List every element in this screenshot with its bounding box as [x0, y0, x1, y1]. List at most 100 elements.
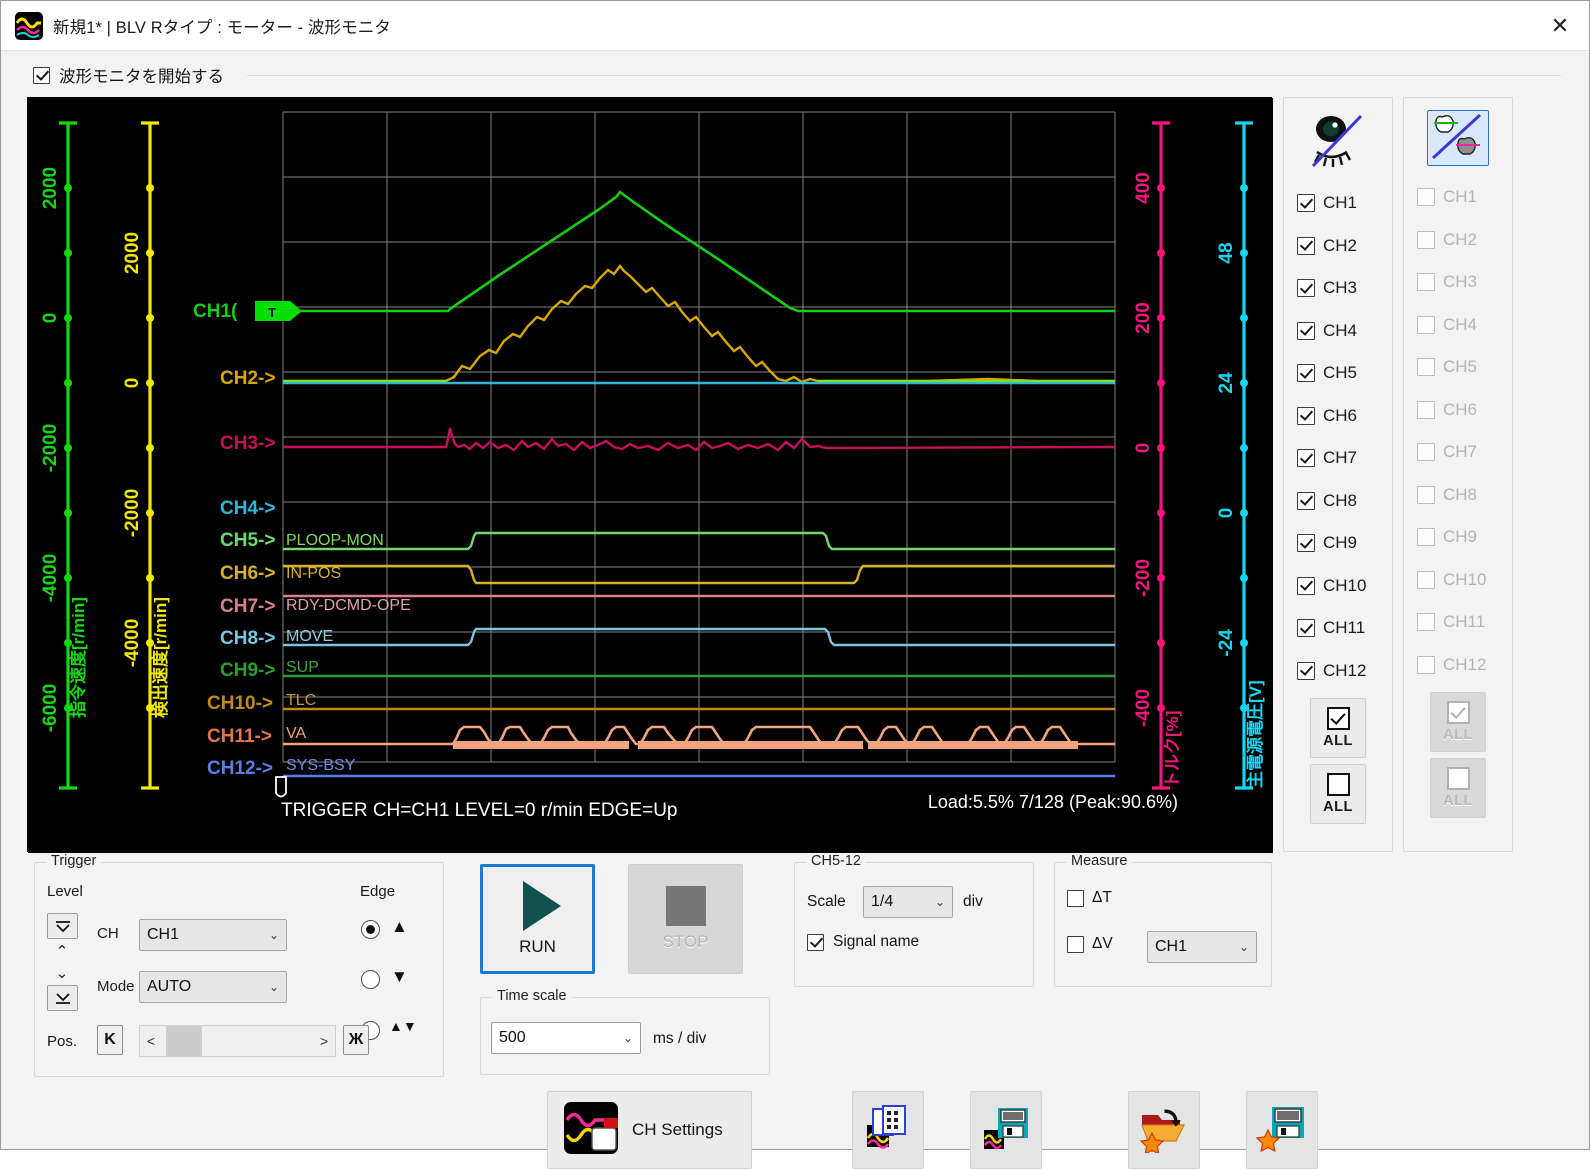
svg-text:CH11->: CH11-> [207, 726, 272, 747]
svg-text:0: 0 [122, 378, 143, 389]
visibility-label-ch4: CH4 [1323, 321, 1357, 341]
compare-row-ch4: CH4 [1417, 304, 1501, 347]
waveform-plot[interactable]: 2000 0 -2000 -4000 -6000 指令速度[r/min] [27, 97, 1272, 852]
visibility-checkbox-ch4[interactable] [1297, 322, 1315, 340]
visibility-checkbox-ch1[interactable] [1297, 194, 1315, 212]
visibility-row-ch8[interactable]: CH8 [1297, 480, 1381, 523]
visibility-label-ch10: CH10 [1323, 576, 1366, 596]
open-favorite-button[interactable] [1128, 1091, 1200, 1169]
compare-uncheck-all-label: ALL [1443, 793, 1473, 809]
ch-settings-button[interactable]: CH Settings [547, 1091, 752, 1169]
save-waveform-icon [981, 1103, 1031, 1158]
save-favorite-icon [1256, 1103, 1308, 1158]
visibility-row-ch7[interactable]: CH7 [1297, 437, 1381, 480]
check-all-icon [1327, 707, 1350, 730]
delta-t-checkbox[interactable] [1067, 890, 1084, 907]
level-max-button[interactable] [47, 913, 78, 939]
run-button[interactable]: RUN [480, 864, 595, 974]
time-scale-value: 500 [499, 1029, 619, 1047]
level-down-button[interactable]: ⌄ [49, 963, 75, 983]
time-scale-select[interactable]: 500 ⌄ [491, 1022, 641, 1054]
compare-label-ch3: CH3 [1443, 272, 1477, 292]
delta-v-row[interactable]: ΔV [1067, 935, 1113, 953]
delta-v-label: ΔV [1092, 935, 1113, 953]
pos-left-arrow[interactable]: < [140, 1033, 162, 1049]
waveform-monitor-window: 新規1* | BLV Rタイプ : モーター - 波形モニタ ✕ 波形モニタを開… [0, 0, 1590, 1150]
compare-checkbox-ch2 [1417, 231, 1435, 249]
visibility-row-ch11[interactable]: CH11 [1297, 607, 1381, 650]
svg-text:2000: 2000 [122, 232, 143, 274]
visibility-row-ch10[interactable]: CH10 [1297, 565, 1381, 608]
pos-scrollbar[interactable]: < > [139, 1025, 336, 1057]
visibility-label-ch1: CH1 [1323, 193, 1357, 213]
visibility-checkbox-ch9[interactable] [1297, 534, 1315, 552]
signal-name-row[interactable]: Signal name [807, 933, 919, 951]
pos-last-button[interactable]: Ж [343, 1025, 369, 1055]
svg-text:CH1(: CH1( [193, 301, 238, 322]
svg-text:VA: VA [286, 725, 306, 742]
visibility-checkbox-ch12[interactable] [1297, 662, 1315, 680]
main-area: 2000 0 -2000 -4000 -6000 指令速度[r/min] [1, 97, 1589, 852]
visibility-checkbox-ch10[interactable] [1297, 577, 1315, 595]
close-icon[interactable]: ✕ [1537, 5, 1583, 47]
edge-falling-radio[interactable] [361, 970, 380, 989]
visibility-checkbox-ch5[interactable] [1297, 364, 1315, 382]
compare-uncheck-all-icon [1447, 767, 1470, 790]
delta-v-checkbox[interactable] [1067, 936, 1084, 953]
visibility-checkbox-ch8[interactable] [1297, 492, 1315, 510]
compare-label-ch1: CH1 [1443, 187, 1477, 207]
compare-row-ch9: CH9 [1417, 516, 1501, 559]
time-scale-label: Time scale [492, 988, 572, 1004]
delta-t-row[interactable]: ΔT [1067, 889, 1112, 907]
compare-checkbox-ch7 [1417, 443, 1435, 461]
pos-scroll-thumb[interactable] [166, 1026, 202, 1056]
trigger-mode-select[interactable]: AUTO ⌄ [139, 971, 287, 1003]
compare-checkbox-ch11 [1417, 613, 1435, 631]
visibility-checkbox-ch2[interactable] [1297, 237, 1315, 255]
visibility-row-ch6[interactable]: CH6 [1297, 395, 1381, 438]
trace-ch11-band-1 [453, 741, 629, 749]
transport-zone: RUN STOP Time scale 500 ⌄ ms / div [480, 862, 770, 1077]
signal-name-checkbox[interactable] [807, 934, 824, 951]
save-waveform-button[interactable] [970, 1091, 1042, 1169]
measure-channel-select[interactable]: CH1 ⌄ [1147, 931, 1257, 963]
visibility-row-ch12[interactable]: CH12 [1297, 650, 1381, 693]
run-label: RUN [519, 937, 556, 957]
visibility-row-ch5[interactable]: CH5 [1297, 352, 1381, 395]
visibility-checkbox-ch3[interactable] [1297, 279, 1315, 297]
visibility-row-ch9[interactable]: CH9 [1297, 522, 1381, 565]
load-status-text: Load:5.5% 7/128 (Peak:90.6%) [928, 792, 1178, 812]
level-up-button[interactable]: ⌃ [49, 941, 75, 961]
chevron-down-icon: ⌄ [1239, 940, 1249, 954]
visibility-check-all-button[interactable]: ALL [1310, 698, 1366, 758]
start-monitor-divider [247, 75, 1561, 76]
save-favorite-button[interactable] [1246, 1091, 1318, 1169]
svg-text:PLOOP-MON: PLOOP-MON [286, 532, 384, 549]
visibility-checkbox-ch6[interactable] [1297, 407, 1315, 425]
visibility-row-ch2[interactable]: CH2 [1297, 225, 1381, 268]
start-monitor-label: 波形モニタを開始する [59, 63, 224, 87]
check-all-label: ALL [1323, 733, 1353, 749]
start-monitor-checkbox[interactable] [33, 67, 50, 84]
copy-data-button[interactable] [852, 1091, 924, 1169]
trigger-ch-select[interactable]: CH1 ⌄ [139, 919, 287, 951]
svg-text:MOVE: MOVE [286, 628, 333, 645]
uncheck-all-label: ALL [1323, 799, 1353, 815]
svg-text:T: T [268, 305, 276, 320]
visibility-checkbox-ch11[interactable] [1297, 619, 1315, 637]
trigger-group: Trigger Level Edge ⌃ ⌄ CH CH1 ⌄ Mode [34, 862, 444, 1077]
compare-waveform-icon[interactable] [1427, 110, 1489, 166]
visibility-row-ch1[interactable]: CH1 [1297, 182, 1381, 225]
eye-visible-icon[interactable] [1301, 110, 1375, 172]
pos-first-button[interactable]: K [97, 1025, 123, 1055]
level-min-button[interactable] [47, 985, 78, 1011]
visibility-row-ch4[interactable]: CH4 [1297, 310, 1381, 353]
visibility-checkbox-ch7[interactable] [1297, 449, 1315, 467]
visibility-uncheck-all-button[interactable]: ALL [1310, 764, 1366, 824]
ch512-scale-select[interactable]: 1/4 ⌄ [863, 886, 953, 918]
pos-right-arrow[interactable]: > [313, 1033, 335, 1049]
visibility-row-ch3[interactable]: CH3 [1297, 267, 1381, 310]
edge-rising-radio[interactable] [361, 920, 380, 939]
compare-checkbox-ch4 [1417, 316, 1435, 334]
chevron-down-icon: ⌄ [269, 928, 279, 942]
